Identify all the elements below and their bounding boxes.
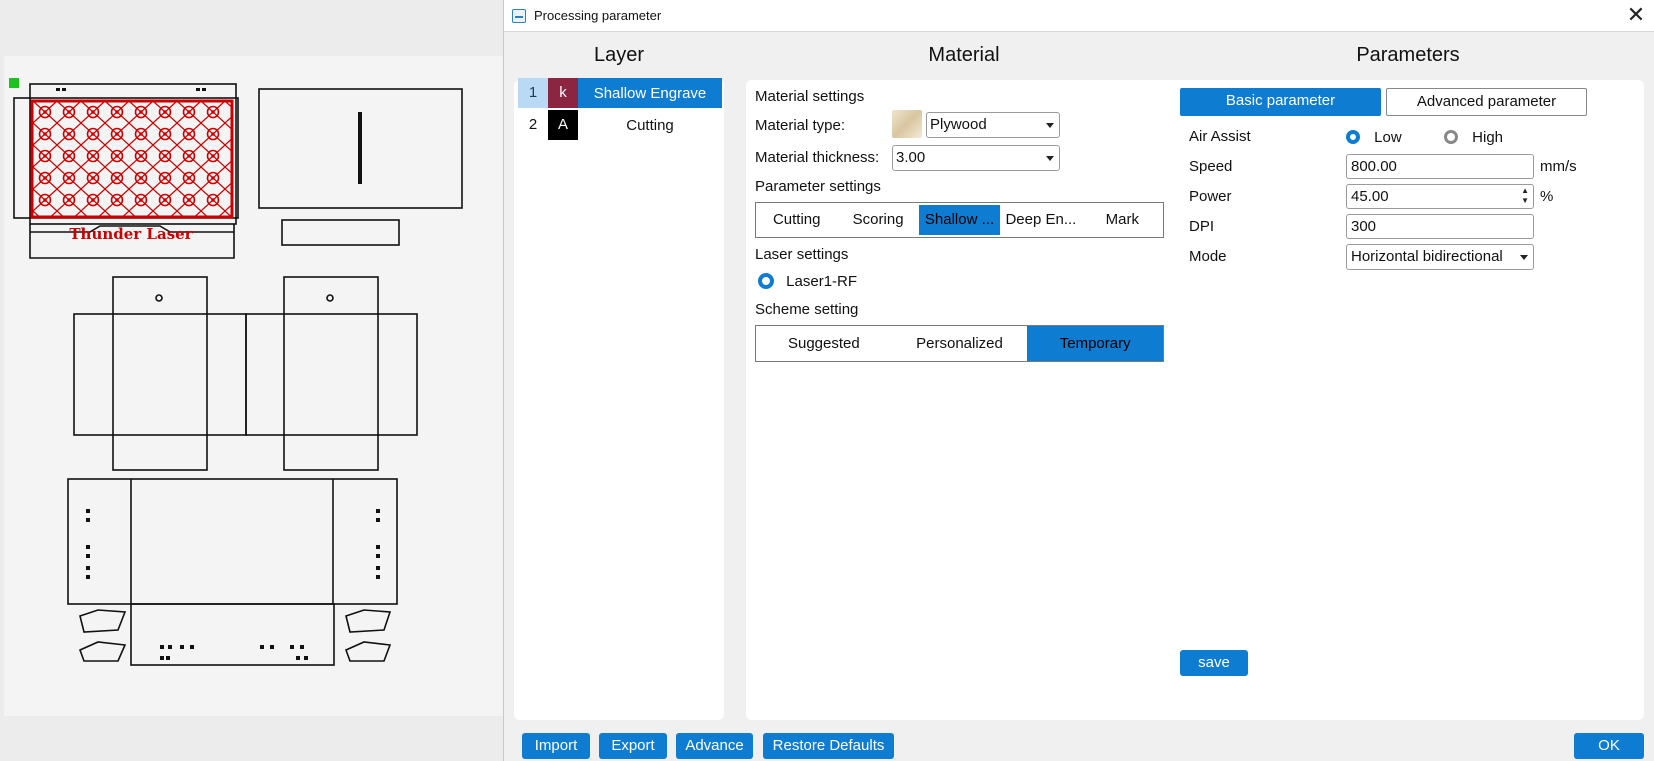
material-thickness-label: Material thickness: xyxy=(755,149,880,166)
power-unit: % xyxy=(1540,188,1554,205)
layer-panel: 1 k Shallow Engrave 2 A Cutting xyxy=(514,78,724,720)
speed-label: Speed xyxy=(1189,158,1233,175)
param-tab-cutting[interactable]: Cutting xyxy=(756,203,837,237)
power-value: 45.00 xyxy=(1351,188,1389,205)
material-thickness-select[interactable]: 3.00 xyxy=(892,145,1060,171)
material-panel: Material settings Material type: Plywood… xyxy=(746,80,1182,720)
mode-select[interactable]: Horizontal bidirectional xyxy=(1346,244,1534,270)
app-icon xyxy=(512,8,526,23)
chevron-down-icon xyxy=(1046,123,1054,128)
dpi-input[interactable]: 300 xyxy=(1346,214,1534,239)
laser-option-label: Laser1-RF xyxy=(786,272,858,290)
engraving-text: Thunder Laser xyxy=(69,225,193,243)
param-tab-shallow-engrave[interactable]: Shallow ... xyxy=(918,205,1001,235)
parameters-panel: Basic parameter Advanced parameter Air A… xyxy=(1172,80,1644,720)
material-type-select[interactable]: Plywood xyxy=(926,112,1060,138)
layer-name: Cutting xyxy=(626,116,674,134)
close-icon[interactable]: ✕ xyxy=(1623,3,1649,29)
layer-heading: Layer xyxy=(593,44,645,66)
material-thickness-value: 3.00 xyxy=(896,149,926,166)
processing-parameter-dialog: Processing parameter ✕ Layer Material Pa… xyxy=(503,0,1654,761)
material-heading: Material xyxy=(928,44,1000,66)
import-button[interactable]: Import xyxy=(522,733,590,759)
export-button[interactable]: Export xyxy=(599,733,667,759)
laser-settings-heading: Laser settings xyxy=(755,246,849,263)
layer-color-swatch: A xyxy=(548,110,578,140)
chevron-down-icon xyxy=(1520,255,1528,260)
scheme-tab-personalized[interactable]: Personalized xyxy=(892,326,1028,361)
speed-input[interactable]: 800.00 xyxy=(1346,154,1534,179)
param-tab-deep-engrave[interactable]: Deep En... xyxy=(1000,203,1081,237)
origin-marker xyxy=(9,78,19,88)
parameter-settings-heading: Parameter settings xyxy=(755,178,881,195)
power-label: Power xyxy=(1189,188,1232,205)
chevron-down-icon xyxy=(1046,156,1054,161)
scheme-tab-temporary[interactable]: Temporary xyxy=(1027,326,1164,361)
engrave-pattern xyxy=(30,99,234,219)
radio-selected-icon[interactable] xyxy=(758,273,774,290)
air-assist-label: Air Assist xyxy=(1189,128,1251,145)
parameters-heading: Parameters xyxy=(1356,44,1460,66)
ok-button[interactable]: OK xyxy=(1574,733,1644,759)
param-tab-scoring[interactable]: Scoring xyxy=(837,203,918,237)
air-assist-high-option[interactable]: High xyxy=(1444,128,1503,146)
design-drawing: Thunder Laser xyxy=(9,78,463,666)
laser-option[interactable]: Laser1-RF xyxy=(758,272,857,290)
design-canvas[interactable]: Thunder Laser xyxy=(0,0,503,761)
scheme-tabs: Suggested Personalized Temporary xyxy=(755,325,1164,362)
scheme-tab-suggested[interactable]: Suggested xyxy=(756,326,892,361)
air-low-label: Low xyxy=(1374,128,1402,146)
parameter-preset-tabs: Cutting Scoring Shallow ... Deep En... M… xyxy=(755,202,1164,238)
spinner-arrows-icon[interactable]: ▲ ▼ xyxy=(1521,186,1529,206)
speed-unit: mm/s xyxy=(1540,158,1577,175)
material-settings-heading: Material settings xyxy=(755,88,865,105)
restore-defaults-button[interactable]: Restore Defaults xyxy=(763,733,894,759)
save-button[interactable]: save xyxy=(1180,650,1248,676)
dialog-title: Processing parameter xyxy=(534,8,662,23)
radio-unselected-icon[interactable] xyxy=(1444,130,1458,145)
air-high-label: High xyxy=(1472,128,1504,146)
tab-basic-parameter[interactable]: Basic parameter xyxy=(1180,88,1381,116)
air-assist-low-option[interactable]: Low xyxy=(1346,128,1402,146)
mode-label: Mode xyxy=(1189,248,1227,265)
material-type-value: Plywood xyxy=(930,116,987,133)
layer-number: 1 xyxy=(518,78,548,108)
layer-color-swatch: k xyxy=(548,78,578,108)
plywood-swatch-icon xyxy=(892,110,922,138)
layer-name: Shallow Engrave xyxy=(593,84,707,102)
tab-advanced-parameter[interactable]: Advanced parameter xyxy=(1386,88,1587,116)
radio-selected-icon[interactable] xyxy=(1346,130,1360,145)
layer-number: 2 xyxy=(528,116,538,133)
material-type-label: Material type: xyxy=(755,117,846,134)
layer-row-shallow-engrave[interactable]: 1 k Shallow Engrave xyxy=(518,78,722,108)
scheme-setting-heading: Scheme setting xyxy=(755,301,859,318)
mode-value: Horizontal bidirectional xyxy=(1351,248,1503,265)
param-tab-mark[interactable]: Mark xyxy=(1082,203,1163,237)
power-input[interactable]: 45.00 ▲ ▼ xyxy=(1346,184,1534,209)
advance-button[interactable]: Advance xyxy=(676,733,753,759)
title-bar: Processing parameter ✕ xyxy=(504,0,1654,32)
layer-row-cutting[interactable]: 2 A Cutting xyxy=(518,110,722,140)
dpi-label: DPI xyxy=(1189,218,1215,235)
